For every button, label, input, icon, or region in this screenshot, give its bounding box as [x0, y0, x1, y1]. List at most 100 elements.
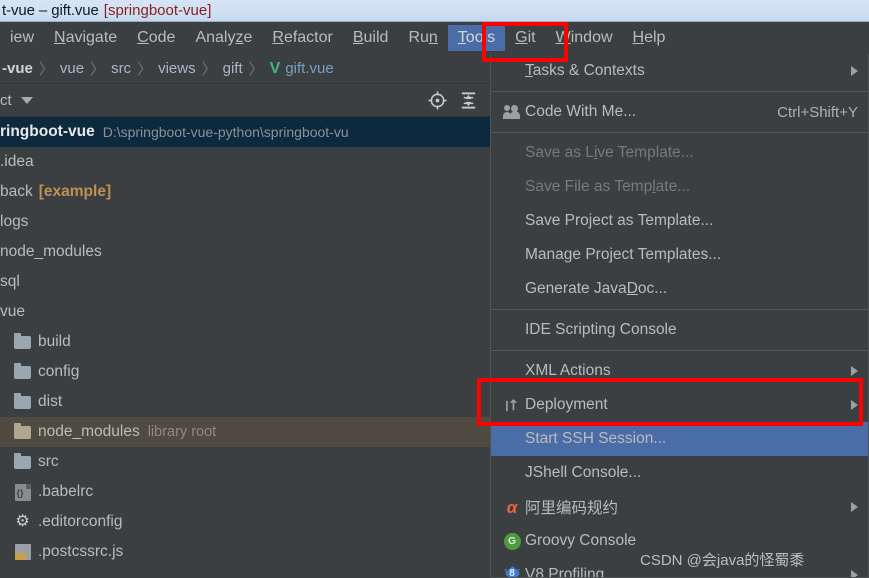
- menu-build[interactable]: Build: [343, 25, 399, 51]
- collapse-all-icon[interactable]: [459, 91, 478, 110]
- tree-item-label: back: [0, 183, 33, 200]
- menu-item-label: Code With Me...: [525, 103, 637, 120]
- tree-row-editorconfig[interactable]: ⚙ .editorconfig: [0, 507, 490, 537]
- menu-item-shortcut: Ctrl+Shift+Y: [777, 103, 858, 121]
- tree-row-sql[interactable]: sql: [0, 267, 490, 297]
- menu-tools[interactable]: Tools: [447, 25, 506, 51]
- menu-item-ide-scripting-console[interactable]: IDE Scripting Console: [491, 313, 868, 347]
- gear-icon: ⚙: [15, 513, 30, 530]
- tree-item-path: D:\springboot-vue-python\springboot-vu: [102, 124, 349, 140]
- breadcrumb: -vue 〉 vue 〉 src 〉 views 〉 gift 〉 V gift…: [0, 54, 490, 84]
- menu-item-tasks-and-contexts[interactable]: Tasks & Contexts: [491, 54, 868, 88]
- breadcrumb-item-file[interactable]: gift.vue: [285, 60, 333, 77]
- menu-item-label: Save Project as Template...: [525, 212, 714, 229]
- project-panel-header: ct: [0, 85, 490, 117]
- tree-item-label: dist: [38, 393, 63, 410]
- tree-item-label: .idea: [0, 153, 34, 170]
- menu-item-label: Save as Live Template...: [525, 144, 694, 161]
- tree-row-project-root[interactable]: ringboot-vue D:\springboot-vue-python\sp…: [0, 117, 490, 147]
- tree-row-src[interactable]: src: [0, 447, 490, 477]
- menu-item-jshell-console[interactable]: JShell Console...: [491, 456, 868, 490]
- menu-item-label: JShell Console...: [525, 464, 642, 481]
- tree-row-node-modules[interactable]: node_modules library root: [0, 417, 490, 447]
- menu-refactor[interactable]: Refactor: [262, 25, 342, 51]
- menu-item-label: Deployment: [525, 396, 608, 413]
- main-menubar: iew Navigate Code Analyze Refactor Build…: [0, 22, 869, 54]
- people-icon: [499, 105, 525, 119]
- window-title-project: [springboot-vue]: [103, 2, 212, 19]
- project-panel-title: ct: [0, 92, 12, 109]
- breadcrumb-separator: 〉: [90, 61, 106, 78]
- tree-item-module-name: [example]: [38, 183, 112, 200]
- tree-item-label: .postcssrc.js: [38, 543, 124, 560]
- menu-item-code-with-me[interactable]: Code With Me... Ctrl+Shift+Y: [491, 95, 868, 129]
- tree-row-config[interactable]: config: [0, 357, 490, 387]
- menu-item-label: XML Actions: [525, 362, 611, 379]
- js-file-icon: [13, 543, 32, 562]
- submenu-arrow-icon: [851, 366, 858, 376]
- tree-item-label: ringboot-vue: [0, 123, 95, 140]
- menu-item-label: Tasks & Contexts: [525, 62, 645, 79]
- tree-item-label: logs: [0, 213, 29, 230]
- tree-row-vue[interactable]: vue: [0, 297, 490, 327]
- tree-row-build[interactable]: build: [0, 327, 490, 357]
- breadcrumb-item-1[interactable]: vue: [60, 60, 84, 77]
- tree-row-dist[interactable]: dist: [0, 387, 490, 417]
- menu-separator: [491, 309, 868, 310]
- menu-item-alibaba-coding-guidelines[interactable]: α 阿里编码规约: [491, 490, 868, 524]
- folder-icon: [13, 332, 32, 352]
- menu-item-label: 阿里编码规约: [525, 500, 619, 517]
- locate-target-icon[interactable]: [428, 91, 447, 110]
- window-title-text: t-vue – gift.vue: [2, 2, 99, 19]
- tree-row-babelrc[interactable]: {} .babelrc: [0, 477, 490, 507]
- breadcrumb-separator: 〉: [38, 61, 54, 78]
- groovy-icon: G: [499, 532, 525, 550]
- breadcrumb-separator: 〉: [137, 61, 153, 78]
- menu-item-generate-javadoc[interactable]: Generate JavaDoc...: [491, 272, 868, 306]
- deployment-icon: [499, 398, 525, 413]
- breadcrumb-separator: 〉: [201, 61, 217, 78]
- menu-item-manage-project-templates[interactable]: Manage Project Templates...: [491, 238, 868, 272]
- breadcrumb-item-0[interactable]: -vue: [2, 60, 33, 77]
- vue-file-icon: V: [269, 59, 281, 77]
- tree-row-back[interactable]: back [example]: [0, 177, 490, 207]
- chevron-down-icon[interactable]: [20, 97, 33, 104]
- menu-item-save-file-as-template: Save File as Template...: [491, 170, 868, 204]
- tree-item-label: config: [38, 363, 80, 380]
- menu-item-xml-actions[interactable]: XML Actions: [491, 354, 868, 388]
- tree-item-label: .babelrc: [38, 483, 94, 500]
- alibaba-icon: α: [506, 497, 518, 517]
- menu-item-label: Generate JavaDoc...: [525, 280, 668, 297]
- menu-item-deployment[interactable]: Deployment: [491, 388, 868, 422]
- project-tree[interactable]: ringboot-vue D:\springboot-vue-python\sp…: [0, 117, 490, 578]
- tree-row-node-modules-top[interactable]: node_modules: [0, 237, 490, 267]
- tools-dropdown-menu: Tasks & Contexts Code With Me... Ctrl+Sh…: [490, 54, 869, 578]
- tree-item-label: .editorconfig: [38, 513, 123, 530]
- tree-item-hint: library root: [147, 424, 217, 440]
- menu-view[interactable]: iew: [0, 25, 44, 51]
- menu-run[interactable]: Run: [398, 25, 447, 51]
- menu-help[interactable]: Help: [623, 25, 676, 51]
- menu-git[interactable]: Git: [505, 25, 545, 51]
- menu-item-save-project-as-template[interactable]: Save Project as Template...: [491, 204, 868, 238]
- tree-row-logs[interactable]: logs: [0, 207, 490, 237]
- breadcrumb-item-4[interactable]: gift: [223, 60, 243, 77]
- tree-item-label: vue: [0, 303, 25, 320]
- breadcrumb-item-3[interactable]: views: [158, 60, 196, 77]
- menu-code[interactable]: Code: [127, 25, 185, 51]
- menu-item-label: Groovy Console: [525, 532, 637, 549]
- menu-item-label: IDE Scripting Console: [525, 321, 677, 338]
- breadcrumb-item-2[interactable]: src: [111, 60, 131, 77]
- menu-item-label: Start SSH Session...: [525, 430, 667, 447]
- tree-row-postcssrc[interactable]: .postcssrc.js: [0, 537, 490, 567]
- menu-item-label: Manage Project Templates...: [525, 246, 722, 263]
- tree-row-idea[interactable]: .idea: [0, 147, 490, 177]
- folder-icon: [13, 452, 32, 472]
- menu-item-start-ssh-session[interactable]: Start SSH Session...: [491, 422, 868, 456]
- menu-navigate[interactable]: Navigate: [44, 25, 127, 51]
- submenu-arrow-icon: [851, 66, 858, 76]
- menu-window[interactable]: Window: [546, 25, 623, 51]
- menu-analyze[interactable]: Analyze: [185, 25, 262, 51]
- window-titlebar: t-vue – gift.vue [springboot-vue]: [0, 0, 869, 22]
- babel-file-icon: {}: [13, 483, 32, 502]
